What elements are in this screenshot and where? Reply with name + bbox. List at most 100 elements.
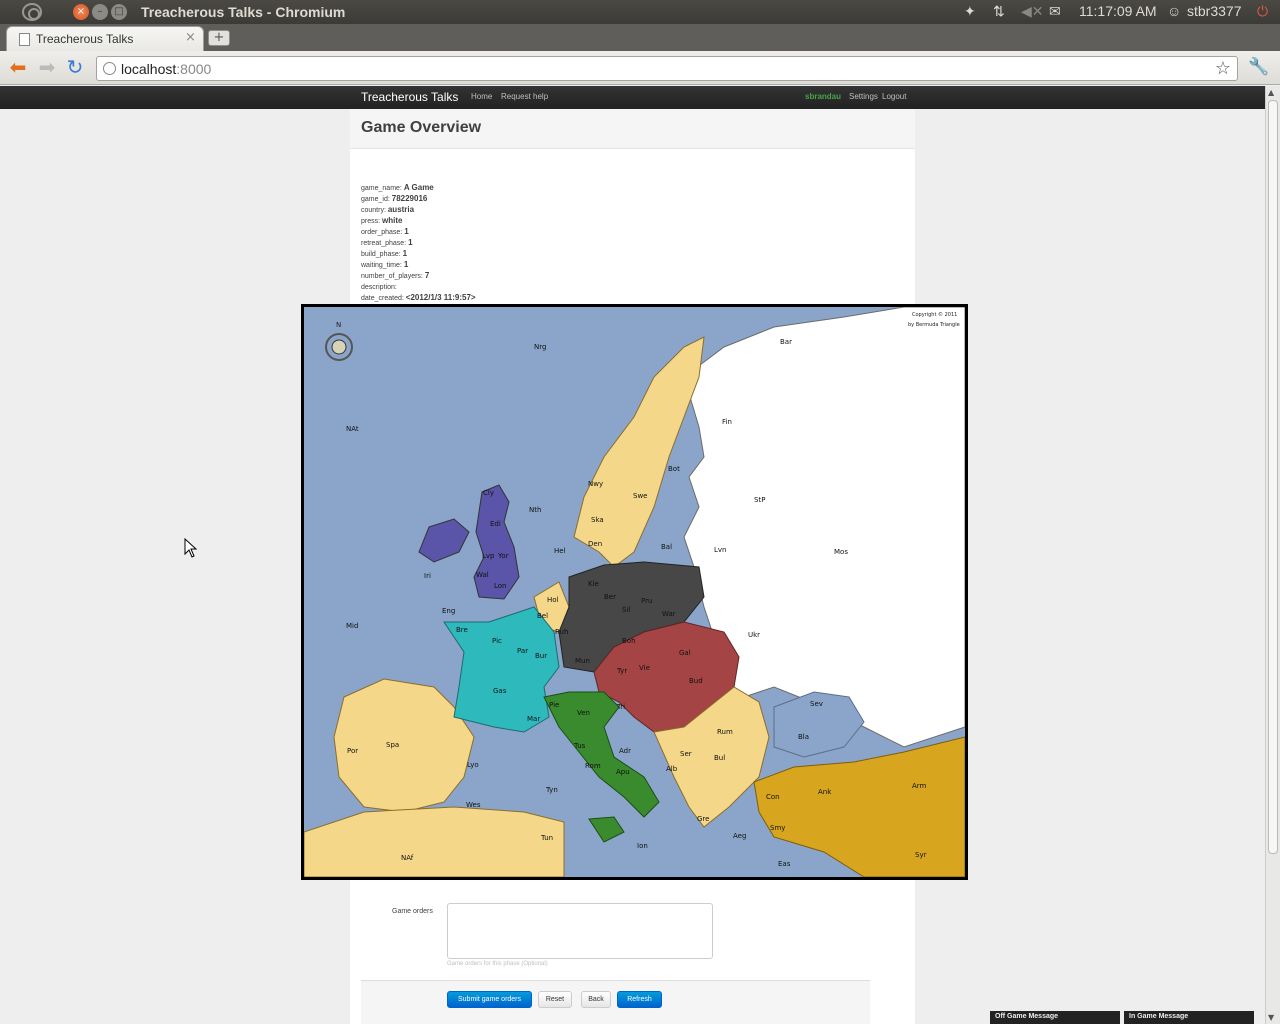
game-detail-key: press:	[361, 218, 381, 225]
orders-label: Game orders	[392, 908, 433, 915]
game-detail-row: date_created: <2012/1/3 11:9:57>	[361, 293, 476, 304]
page-viewport: Treacherous Talks Home Request help sbra…	[0, 86, 1265, 1024]
game-detail-value: 1	[403, 260, 409, 269]
in-game-message-tab[interactable]: In Game Message	[1124, 1011, 1254, 1024]
province-label: Par	[517, 647, 528, 655]
province-label: Swe	[633, 492, 647, 500]
province-label: Tus	[573, 742, 586, 750]
province-label: Pic	[492, 637, 502, 645]
province-label: Eas	[778, 860, 791, 868]
province-label: Rum	[717, 728, 733, 736]
page-info-icon[interactable]	[103, 62, 116, 75]
game-detail-row: order_phase: 1	[361, 227, 476, 238]
game-detail-value: <2012/1/3 11:9:57>	[405, 293, 476, 302]
page-header: Game Overview	[350, 109, 915, 149]
user-name[interactable]: stbr3377	[1187, 3, 1241, 19]
game-detail-row: country: austria	[361, 205, 476, 216]
province-label: Lon	[494, 582, 507, 590]
game-detail-key: game_id:	[361, 196, 390, 203]
window-close-button[interactable]: ×	[73, 4, 89, 20]
province-label: Cly	[483, 489, 494, 497]
back-button[interactable]: Back	[581, 991, 611, 1008]
game-detail-row: game_id: 78229016	[361, 194, 476, 205]
reload-icon[interactable]: ↻	[64, 57, 86, 79]
province-label: Bot	[668, 465, 680, 473]
os-top-bar: × – □ Treacherous Talks - Chromium ✦ ⇅ ◀…	[0, 0, 1280, 24]
map-copyright: Copyright © 2011	[912, 311, 957, 318]
game-detail-key: order_phase:	[361, 229, 403, 236]
province-label: Bre	[456, 626, 468, 634]
diplomacy-map[interactable]: N Copyright © 2011 by Bermuda Triangle N…	[301, 304, 968, 880]
form-actions: Submit game orders Reset Back Refresh	[361, 980, 870, 1024]
user-icon[interactable]: ☺	[1167, 3, 1181, 19]
orders-textarea[interactable]	[447, 903, 713, 959]
game-detail-row: retreat_phase: 1	[361, 238, 476, 249]
province-label: War	[662, 610, 676, 618]
scroll-up-icon[interactable]: ▲	[1268, 88, 1274, 97]
nav-home-link[interactable]: Home	[471, 92, 492, 101]
province-label: Mid	[346, 622, 358, 630]
window-minimize-button[interactable]: –	[92, 4, 108, 20]
game-detail-key: build_phase:	[361, 251, 401, 258]
page-scrollbar[interactable]: ▲ ▼	[1265, 86, 1280, 1024]
province-label: Ven	[577, 709, 590, 717]
province-label: Rom	[585, 762, 601, 770]
address-bar[interactable]: localhost:8000 ☆	[96, 56, 1238, 81]
province-label: Tri	[616, 703, 625, 711]
scroll-thumb[interactable]	[1268, 100, 1278, 854]
page-favicon-icon	[19, 33, 30, 46]
power-icon[interactable]: ⏻	[1257, 3, 1268, 20]
game-detail-row: game_name: A Game	[361, 183, 476, 194]
dropbox-icon[interactable]: ✦	[964, 3, 976, 20]
refresh-button[interactable]: Refresh	[617, 991, 662, 1008]
province-label: Boh	[622, 637, 636, 645]
submit-orders-button[interactable]: Submit game orders	[447, 991, 532, 1008]
back-arrow-icon[interactable]: ⬅	[7, 57, 29, 79]
site-brand-link[interactable]: Treacherous Talks	[361, 90, 458, 104]
province-label: Gal	[679, 649, 691, 657]
province-label: Bul	[714, 754, 725, 762]
game-detail-row: description:	[361, 282, 476, 293]
wrench-menu-icon[interactable]: 🔧	[1248, 57, 1269, 77]
scroll-down-icon[interactable]: ▼	[1268, 1013, 1274, 1022]
ubuntu-logo-icon[interactable]	[22, 3, 42, 21]
browser-tab[interactable]: Treacherous Talks ×	[6, 26, 204, 51]
province-label: Apu	[616, 768, 630, 776]
province-label: Ser	[680, 750, 692, 758]
nav-help-link[interactable]: Request help	[501, 92, 548, 101]
province-label: Bur	[535, 652, 547, 660]
nav-user-link[interactable]: sbrandau	[805, 92, 841, 101]
nav-settings-link[interactable]: Settings	[849, 92, 878, 101]
new-tab-button[interactable]: +	[208, 30, 230, 46]
url-text[interactable]: localhost:8000	[121, 61, 211, 77]
province-label: Nrg	[534, 343, 546, 351]
reset-button[interactable]: Reset	[538, 991, 572, 1008]
game-detail-value: 1	[404, 227, 409, 236]
province-label: Gre	[697, 815, 709, 823]
province-label: Wes	[466, 801, 481, 809]
province-label: Vie	[639, 664, 650, 672]
tab-close-icon[interactable]: ×	[185, 30, 196, 45]
province-label: Pie	[549, 701, 559, 709]
game-detail-row: build_phase: 1	[361, 249, 476, 260]
game-detail-value: 78229016	[391, 194, 428, 203]
province-label: Adr	[619, 747, 631, 755]
game-detail-key: date_created:	[361, 295, 404, 302]
province-label: Edi	[490, 520, 501, 528]
nav-logout-link[interactable]: Logout	[882, 92, 906, 101]
network-icon[interactable]: ⇅	[993, 3, 1005, 20]
bookmark-star-icon[interactable]: ☆	[1215, 58, 1231, 79]
province-label: Lvn	[714, 546, 726, 554]
clock[interactable]: 11:17:09 AM	[1079, 3, 1157, 19]
forward-arrow-icon[interactable]: ➡	[36, 57, 58, 79]
off-game-message-tab[interactable]: Off Game Message	[990, 1011, 1120, 1024]
province-label: Nwy	[588, 480, 603, 488]
province-label: Lyo	[467, 761, 479, 769]
province-label: Aeg	[733, 832, 746, 840]
volume-icon[interactable]: ◀✕	[1021, 3, 1044, 20]
mail-icon[interactable]: ✉	[1049, 3, 1061, 20]
window-maximize-button[interactable]: □	[111, 4, 127, 20]
window-title: Treacherous Talks - Chromium	[141, 4, 346, 20]
province-label: Den	[588, 540, 602, 548]
province-label: Por	[347, 747, 358, 755]
